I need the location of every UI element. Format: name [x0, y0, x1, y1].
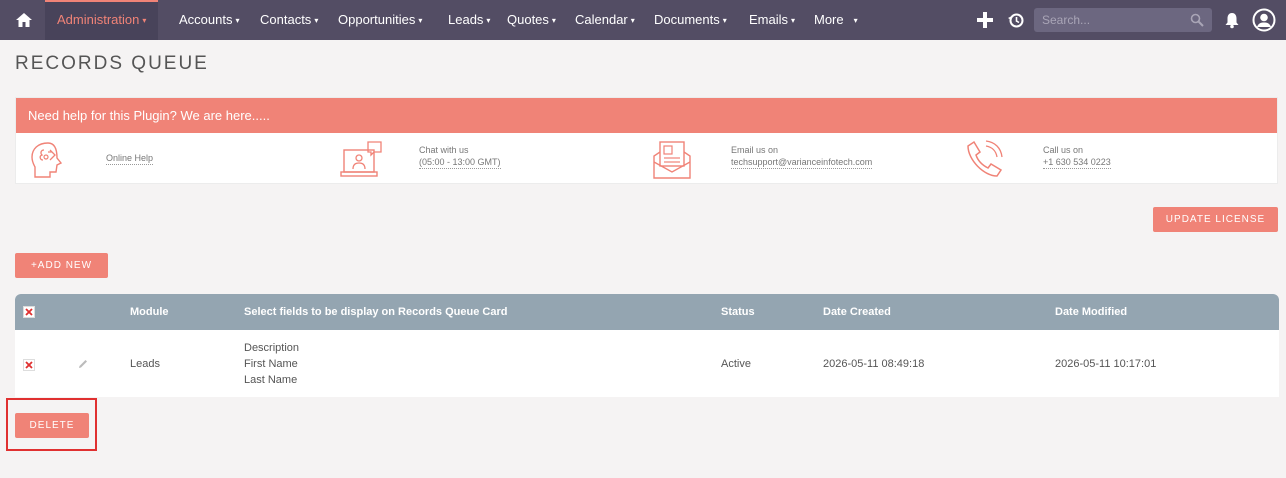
nav-item-opportunities[interactable]: Opportunities ▾	[338, 0, 422, 40]
plugin-help-panel: Need help for this Plugin? We are here..…	[15, 97, 1278, 184]
search-icon[interactable]	[1190, 13, 1204, 27]
online-help-link[interactable]: Online Help	[106, 152, 154, 165]
nav-item-emails[interactable]: Emails ▾	[749, 0, 795, 40]
row-status: Active	[721, 358, 751, 370]
row-module: Leads	[130, 358, 160, 370]
chat-hours[interactable]: (05:00 - 13:00 GMT)	[419, 156, 501, 169]
chat-monitor-icon	[340, 141, 382, 177]
column-header-module[interactable]: Module	[130, 294, 169, 330]
row-date-created: 2026-05-11 08:49:18	[823, 358, 925, 370]
brain-help-icon	[31, 142, 63, 178]
add-new-button[interactable]: +ADD NEW	[15, 253, 108, 278]
user-avatar-icon[interactable]	[1252, 8, 1276, 32]
column-header-date-created[interactable]: Date Created	[823, 294, 891, 330]
nav-item-administration[interactable]: Administration ▾	[45, 0, 159, 40]
row-checkbox-icon[interactable]	[23, 359, 35, 371]
call-label: Call us on	[1043, 145, 1084, 155]
envelope-icon	[653, 141, 691, 179]
phone-icon	[967, 140, 1003, 177]
nav-item-contacts[interactable]: Contacts ▾	[260, 0, 318, 40]
row-field-last-name: Last Name	[244, 374, 298, 386]
plus-icon[interactable]	[976, 11, 994, 29]
nav-item-quotes[interactable]: Quotes ▾	[507, 0, 556, 40]
column-header-status[interactable]: Status	[721, 294, 755, 330]
nav-item-accounts[interactable]: Accounts ▾	[179, 0, 240, 40]
global-search[interactable]	[1034, 8, 1212, 32]
history-icon[interactable]	[1007, 11, 1025, 29]
row-field-description: Description	[244, 342, 300, 354]
column-header-date-modified[interactable]: Date Modified	[1055, 294, 1127, 330]
page-title: RECORDS QUEUE	[15, 53, 209, 74]
help-heading: Need help for this Plugin? We are here..…	[16, 98, 1277, 133]
select-all-checkbox-icon[interactable]	[23, 306, 35, 318]
nav-item-leads[interactable]: Leads ▾	[448, 0, 490, 40]
update-license-button[interactable]: UPDATE LICENSE	[1153, 207, 1278, 232]
records-queue-table: Module Select fields to be display on Re…	[15, 294, 1279, 397]
home-icon[interactable]	[15, 11, 33, 29]
phone-link[interactable]: +1 630 534 0223	[1043, 156, 1111, 169]
nav-item-more[interactable]: More ▾	[814, 0, 858, 40]
table-header: Module Select fields to be display on Re…	[15, 294, 1279, 330]
edit-pencil-icon[interactable]	[77, 358, 89, 370]
chat-label: Chat with us	[419, 145, 469, 155]
nav-item-calendar[interactable]: Calendar ▾	[575, 0, 635, 40]
column-header-fields[interactable]: Select fields to be display on Records Q…	[244, 294, 507, 330]
top-navbar: Administration ▾ Accounts ▾ Contacts ▾ Oppo…	[0, 0, 1286, 40]
bell-icon[interactable]	[1223, 11, 1241, 29]
nav-item-documents[interactable]: Documents ▾	[654, 0, 727, 40]
search-input[interactable]	[1034, 8, 1184, 32]
row-field-first-name: First Name	[244, 358, 298, 370]
delete-button[interactable]: DELETE	[15, 413, 89, 438]
row-date-modified: 2026-05-11 10:17:01	[1055, 358, 1157, 370]
email-link[interactable]: techsupport@varianceinfotech.com	[731, 156, 873, 169]
email-label: Email us on	[731, 145, 779, 155]
